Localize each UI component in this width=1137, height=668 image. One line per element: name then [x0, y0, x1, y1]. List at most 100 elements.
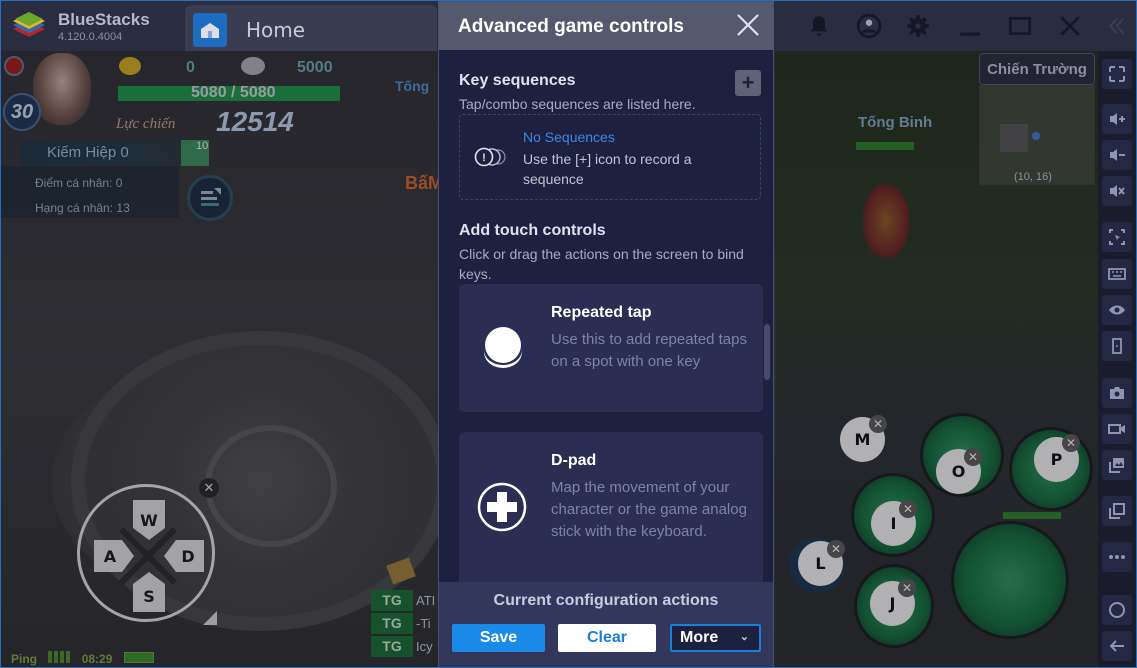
eye-icon: [1109, 305, 1125, 315]
chat-list: TG ATI TG -Ti TG Icy: [371, 589, 441, 658]
tab-home[interactable]: Home: [185, 5, 437, 51]
minimap[interactable]: [979, 85, 1095, 185]
rotate-button[interactable]: [1102, 331, 1132, 361]
media-button[interactable]: [1102, 450, 1132, 480]
advanced-game-controls-panel: Advanced game controls Key sequences + T…: [438, 1, 774, 667]
panel-body: Key sequences + Tap/combo sequences are …: [439, 50, 773, 582]
app-name: BlueStacks: [58, 10, 150, 29]
repeated-tap-card[interactable]: Repeated tap Use this to add repeated ta…: [459, 284, 763, 412]
volume-up-icon: [1110, 113, 1125, 125]
gear-icon[interactable]: [905, 13, 931, 39]
chat-row[interactable]: TG ATI: [371, 589, 441, 611]
battlefield-button[interactable]: Chiến Trường: [979, 53, 1095, 85]
main-attack-button[interactable]: [951, 521, 1069, 639]
keyboard-button[interactable]: [1102, 259, 1132, 289]
media-folder-icon: [1109, 458, 1124, 473]
tab-home-label: Home: [246, 18, 306, 42]
multi-instance-button[interactable]: [1102, 496, 1132, 526]
dpad-key-left[interactable]: A: [94, 540, 134, 572]
dpad-key-right[interactable]: D: [164, 540, 204, 572]
signal-icon: [48, 651, 71, 663]
dpad-desc: Map the movement of your character or th…: [551, 479, 747, 540]
back-arrow-icon: [1109, 640, 1124, 652]
game-menu-button[interactable]: [187, 175, 233, 221]
silver-amount: 5000: [297, 59, 333, 76]
chat-text: Icy: [416, 638, 433, 654]
mute-button[interactable]: [1102, 176, 1132, 206]
repeated-tap-icon: [484, 327, 522, 368]
touch-controls-subtitle: Click or drag the actions on the screen …: [459, 246, 744, 282]
app-version: 4.120.0.4004: [58, 31, 123, 43]
config-actions-title: Current configuration actions: [493, 592, 719, 609]
android-home-button[interactable]: [1102, 595, 1132, 625]
dpad-key-up[interactable]: W: [133, 500, 165, 540]
maximize-icon[interactable]: [1007, 13, 1033, 39]
account-icon[interactable]: [856, 13, 882, 39]
dpad-control[interactable]: W S A D: [77, 484, 215, 622]
power-label: Lực chiến: [116, 116, 176, 132]
character-avatar[interactable]: [33, 53, 91, 125]
video-icon: [1108, 424, 1125, 434]
mute-icon: [1110, 185, 1125, 197]
remove-key-icon[interactable]: ✕: [827, 540, 845, 558]
circle-home-icon: [1109, 602, 1125, 618]
save-button[interactable]: Save: [452, 624, 545, 652]
eye-button[interactable]: [1102, 295, 1132, 325]
camera-icon: [1110, 387, 1124, 399]
panel-close-icon[interactable]: [735, 12, 761, 38]
notification-dot[interactable]: [4, 56, 24, 76]
enemy-name: Tống Binh: [858, 114, 933, 131]
level-badge: 30: [3, 93, 41, 131]
clear-button[interactable]: Clear: [558, 624, 656, 652]
chat-badge: TG: [371, 612, 413, 634]
android-back-button[interactable]: [1102, 631, 1132, 661]
chat-text: -Ti: [416, 615, 431, 631]
item-count: 10: [196, 140, 209, 152]
dpad-resize-handle[interactable]: [203, 611, 217, 625]
remove-key-icon[interactable]: ✕: [899, 500, 917, 518]
remove-key-icon[interactable]: ✕: [898, 579, 916, 597]
no-sequences-label: No Sequences: [523, 129, 615, 145]
volume-up-button[interactable]: [1102, 104, 1132, 134]
volume-down-button[interactable]: [1102, 140, 1132, 170]
screenshot-button[interactable]: [1102, 378, 1132, 408]
personal-rank: Hạng cá nhân: 13: [35, 201, 130, 215]
ping-label: Ping: [11, 652, 37, 666]
remove-key-icon[interactable]: ✕: [1062, 434, 1080, 452]
dpad-remove-icon[interactable]: ✕: [199, 478, 219, 498]
multi-instance-icon: [1109, 503, 1125, 519]
minimap-coords: (10, 16): [1014, 171, 1052, 183]
screen-region-button[interactable]: [1102, 222, 1132, 252]
dpad-key-down[interactable]: S: [133, 572, 165, 612]
phone-icon: [1112, 338, 1122, 354]
more-button[interactable]: [1102, 542, 1132, 572]
add-sequence-button[interactable]: +: [735, 70, 761, 96]
volume-down-icon: [1110, 149, 1125, 161]
chevron-down-icon: ⌄: [739, 631, 749, 643]
remove-key-icon[interactable]: ✕: [869, 415, 887, 433]
collapse-sidebar-icon[interactable]: [1104, 13, 1130, 39]
clock: 08:29: [81, 652, 113, 666]
chat-badge: TG: [371, 635, 413, 657]
panel-scrollbar[interactable]: [764, 324, 770, 380]
more-dropdown[interactable]: More ⌄: [670, 624, 761, 652]
remove-key-icon[interactable]: ✕: [964, 448, 982, 466]
home-icon: [193, 13, 227, 47]
close-icon[interactable]: [1057, 13, 1083, 39]
chat-row[interactable]: TG -Ti: [371, 612, 441, 634]
key-sequences-title: Key sequences: [459, 72, 576, 89]
personal-points: Điểm cá nhân: 0: [35, 176, 123, 190]
gold-amount: 0: [186, 59, 195, 76]
panel-title: Advanced game controls: [458, 16, 684, 37]
dpad-card[interactable]: D-pad Map the movement of your character…: [459, 432, 763, 582]
sequence-icon: !: [474, 147, 506, 167]
dpad-icon: [477, 482, 527, 532]
minimize-icon[interactable]: [957, 13, 983, 39]
chat-row[interactable]: TG Icy: [371, 635, 441, 657]
gold-ingot-icon: [119, 57, 141, 75]
enemy-character[interactable]: [861, 181, 911, 261]
bluestacks-window: BlueStacks 4.120.0.4004 Home 30 0 5000 5…: [0, 0, 1137, 668]
bell-icon[interactable]: [806, 13, 832, 39]
fullscreen-button[interactable]: [1102, 59, 1132, 89]
record-button[interactable]: [1102, 414, 1132, 444]
